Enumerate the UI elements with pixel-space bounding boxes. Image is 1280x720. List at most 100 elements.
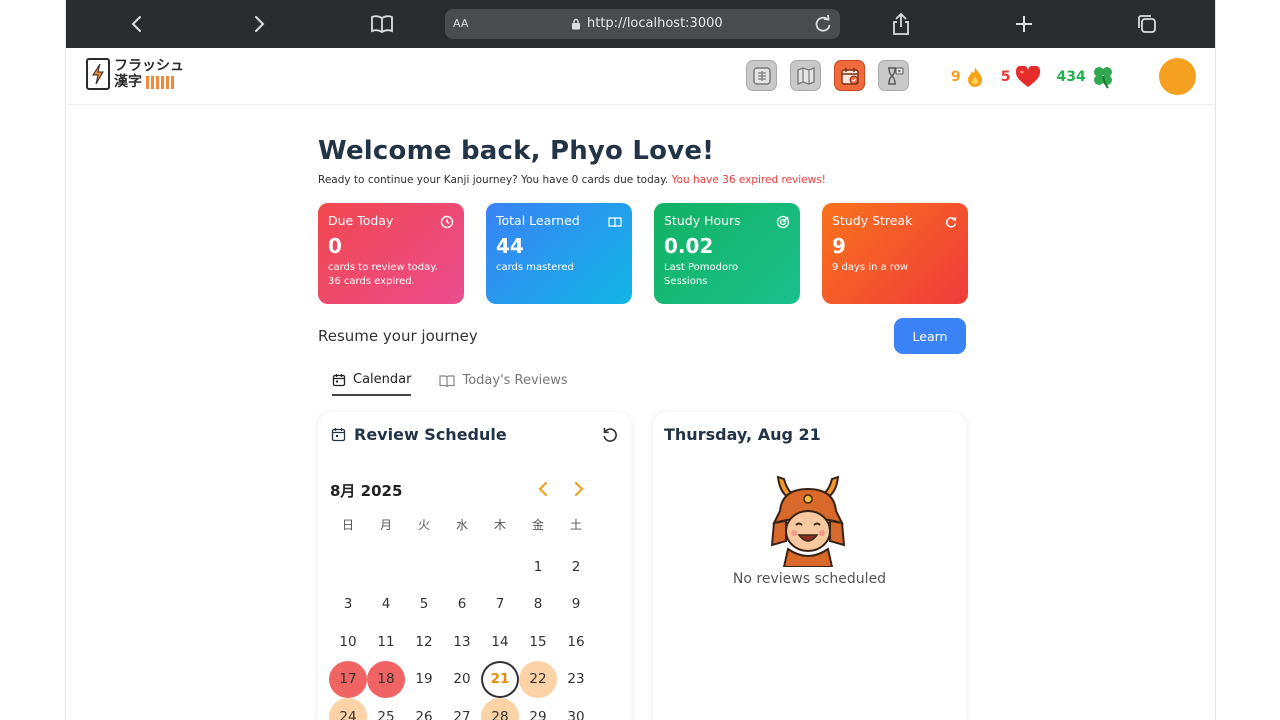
avatar[interactable] xyxy=(1159,58,1196,95)
logo-bars xyxy=(146,75,174,89)
calendar-icon xyxy=(332,373,346,386)
card-desc: 36 cards expired. xyxy=(328,276,415,287)
reset-icon[interactable] xyxy=(601,426,619,444)
weekday-header-row: 日月火水木金土 xyxy=(329,512,595,536)
calendar-empty-cell xyxy=(329,548,367,585)
card-value: 0 xyxy=(328,234,342,258)
calendar-day[interactable]: 23 xyxy=(557,661,595,698)
share-icon[interactable] xyxy=(885,8,917,40)
calendar-day[interactable]: 20 xyxy=(443,661,481,698)
calendar-day[interactable]: 19 xyxy=(405,661,443,698)
chevron-left-icon[interactable] xyxy=(535,480,553,498)
stat-cards: Due Today 0 cards to review today. 36 car… xyxy=(318,203,968,304)
calendar-day[interactable]: 27 xyxy=(443,698,481,720)
tab-calendar[interactable]: Calendar xyxy=(332,372,412,396)
study-streak-card[interactable]: Study Streak 9 9 days in a row xyxy=(822,203,968,304)
calendar-day[interactable]: 15 xyxy=(519,623,557,660)
card-desc: cards to review today. xyxy=(328,262,438,273)
book-icon xyxy=(608,217,622,228)
calendar-day[interactable]: 13 xyxy=(443,623,481,660)
calendar-day[interactable]: 4 xyxy=(367,586,405,623)
selected-date: Thursday, Aug 21 xyxy=(664,425,821,444)
streak-stat[interactable]: 9 xyxy=(951,66,985,88)
calendar-week-row: 17 18 19 20 21 22 23 xyxy=(329,660,595,699)
fire-icon xyxy=(967,67,982,87)
new-tab-icon[interactable] xyxy=(1008,8,1040,40)
calendar-week-row: 24 25 26 27 28 29 30 xyxy=(329,698,595,720)
clover-stat[interactable]: 434 xyxy=(1057,64,1116,90)
logo-line2: 漢字 xyxy=(114,74,142,90)
card-title: Study Streak xyxy=(832,213,913,228)
card-title: Study Hours xyxy=(664,213,741,228)
card-title: Due Today xyxy=(328,213,394,228)
weekday-label: 木 xyxy=(493,517,506,532)
calendar-day[interactable]: 21 xyxy=(481,660,519,698)
review-schedule-panel: Review Schedule 8月 2025 日月火水木金土123456789… xyxy=(318,412,631,720)
calendar-day[interactable]: 29 xyxy=(519,698,557,720)
calendar-day[interactable]: 24 xyxy=(329,698,367,720)
weekday-label: 火 xyxy=(417,517,430,532)
tabs-overview-icon[interactable] xyxy=(1131,8,1163,40)
clock-icon xyxy=(440,215,454,229)
app-logo[interactable]: フラッシュ 漢字 xyxy=(86,58,184,90)
card-desc: 9 days in a row xyxy=(832,262,909,273)
reload-icon[interactable] xyxy=(812,13,834,35)
calendar-day[interactable]: 22 xyxy=(519,660,557,698)
lives-stat[interactable]: 5 xyxy=(1001,66,1041,88)
back-icon[interactable] xyxy=(121,8,153,40)
expired-warning[interactable]: You have 36 expired reviews! xyxy=(672,174,826,186)
calendar-day[interactable]: 8 xyxy=(519,586,557,623)
calendar-icon xyxy=(331,428,346,442)
calendar-day[interactable]: 10 xyxy=(329,623,367,660)
calendar-day[interactable]: 6 xyxy=(443,586,481,623)
address-bar[interactable]: AA http://localhost:3000 xyxy=(445,9,840,39)
study-hours-card[interactable]: Study Hours 0.02 Last Pomodoro Sessions xyxy=(654,203,800,304)
calendar-empty-cell xyxy=(405,548,443,585)
calendar-day[interactable]: 28 xyxy=(481,698,519,720)
card-value: 44 xyxy=(496,234,524,258)
view-tabs: Calendar Today's Reviews xyxy=(332,372,568,396)
calendar-day[interactable]: 3 xyxy=(329,586,367,623)
map-icon[interactable] xyxy=(790,60,821,91)
target-icon xyxy=(776,215,790,229)
calendar-day[interactable]: 11 xyxy=(367,623,405,660)
reading-list-icon[interactable] xyxy=(366,8,398,40)
calendar-day[interactable]: 7 xyxy=(481,586,519,623)
total-learned-card[interactable]: Total Learned 44 cards mastered xyxy=(486,203,632,304)
calendar-day[interactable]: 30 xyxy=(557,698,595,720)
hourglass-video-icon[interactable] xyxy=(878,60,909,91)
kanji-stamp-icon[interactable] xyxy=(746,60,777,91)
logo-line1: フラッシュ xyxy=(114,58,184,74)
nav-icons xyxy=(746,60,909,91)
tab-label: Today's Reviews xyxy=(462,373,568,388)
welcome-subtitle: Ready to continue your Kanji journey? Yo… xyxy=(318,174,826,186)
card-desc: Sessions xyxy=(664,276,708,287)
book-open-icon xyxy=(439,374,456,387)
calendar-day[interactable]: 17 xyxy=(329,660,367,698)
tab-todays-reviews[interactable]: Today's Reviews xyxy=(439,372,568,396)
reader-mode-icon[interactable]: AA xyxy=(453,17,468,30)
url-text: http://localhost:3000 xyxy=(587,16,723,31)
page-title: Welcome back, Phyo Love! xyxy=(318,136,715,166)
calendar-day[interactable]: 5 xyxy=(405,586,443,623)
calendar-day[interactable]: 26 xyxy=(405,698,443,720)
calendar-week-row: 12 xyxy=(329,548,595,586)
calendar-nav-icon[interactable] xyxy=(834,60,865,91)
forward-icon[interactable] xyxy=(243,8,275,40)
calendar-day[interactable]: 9 xyxy=(557,586,595,623)
day-detail-panel: Thursday, Aug 21 No reviews scheduled xyxy=(653,412,966,720)
calendar-month: 8月 2025 xyxy=(330,482,403,500)
calendar-day[interactable]: 2 xyxy=(557,548,595,585)
calendar-day[interactable]: 14 xyxy=(481,623,519,660)
due-today-card[interactable]: Due Today 0 cards to review today. 36 car… xyxy=(318,203,464,304)
calendar-day[interactable]: 25 xyxy=(367,698,405,720)
calendar-day[interactable]: 16 xyxy=(557,623,595,660)
learn-button[interactable]: Learn xyxy=(894,318,966,354)
calendar-empty-cell xyxy=(481,548,519,585)
weekday-label: 土 xyxy=(569,517,582,532)
calendar-day[interactable]: 18 xyxy=(367,660,405,698)
weekday-label: 水 xyxy=(455,517,468,532)
calendar-day[interactable]: 12 xyxy=(405,623,443,660)
calendar-day[interactable]: 1 xyxy=(519,548,557,585)
chevron-right-icon[interactable] xyxy=(569,480,587,498)
